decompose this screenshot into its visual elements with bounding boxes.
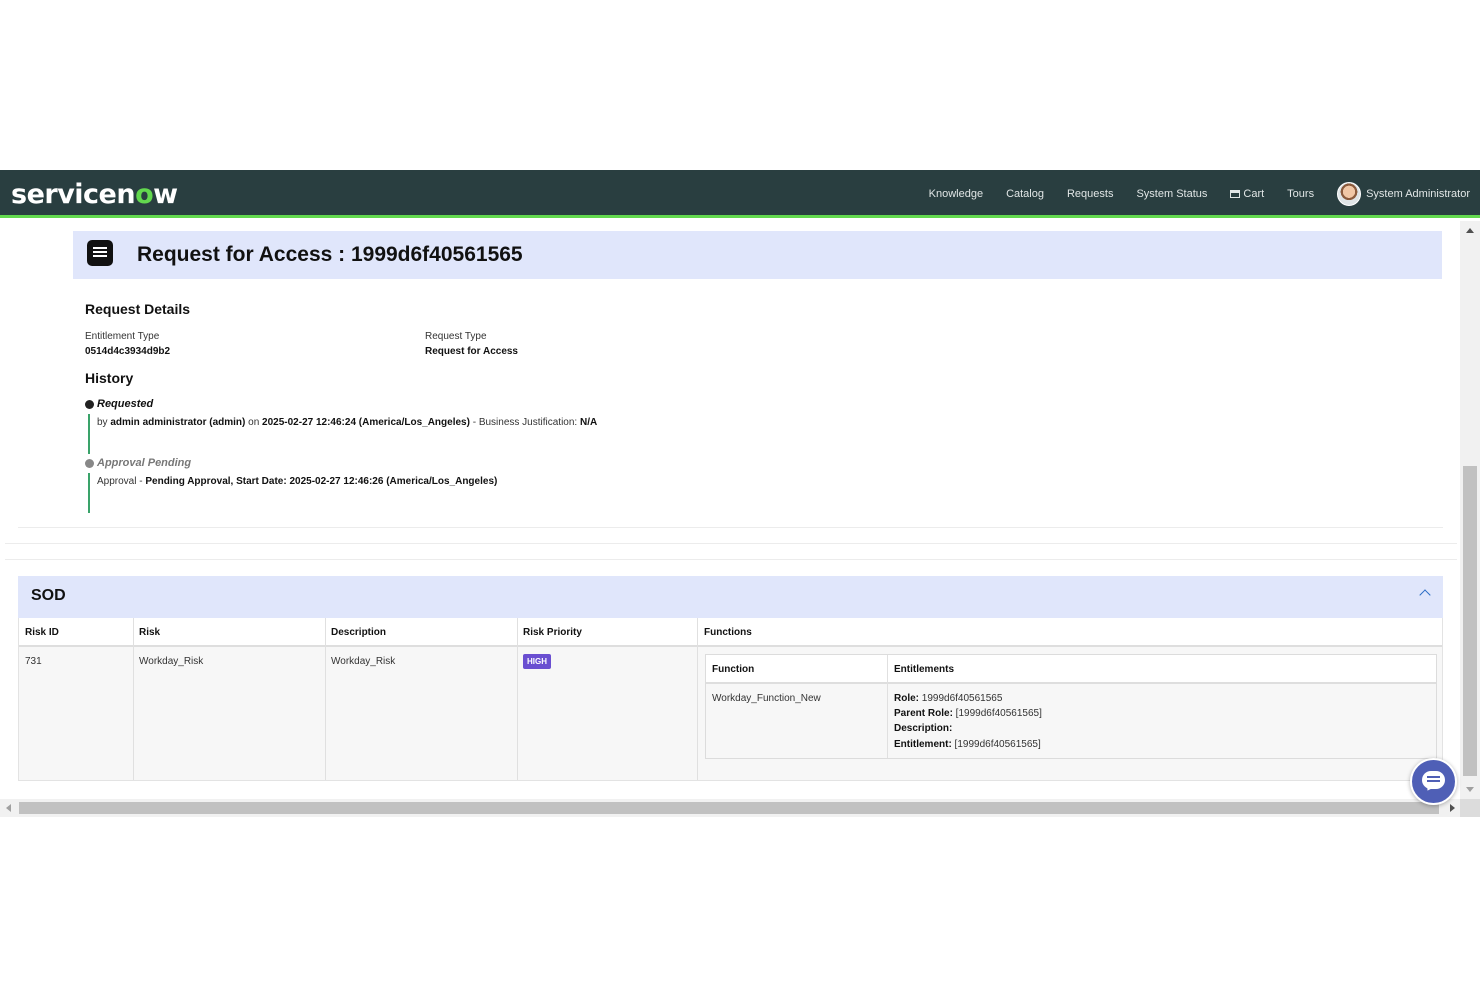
- history-detail: Approval - Pending Approval, Start Date:…: [97, 476, 498, 487]
- horizontal-scroll-thumb[interactable]: [19, 802, 1439, 814]
- sod-title: SOD: [31, 587, 66, 604]
- entitlement-description: Description:: [894, 723, 953, 734]
- main-content: Request for Access : 1999d6f40561565 Req…: [0, 221, 1460, 799]
- sod-table: Risk ID Risk Description Risk Priority F…: [18, 618, 1443, 781]
- status-dot-icon: [85, 400, 94, 409]
- history-heading: History: [85, 370, 134, 386]
- nav-link-knowledge[interactable]: Knowledge: [929, 188, 983, 200]
- nav-link-cart[interactable]: Cart: [1230, 188, 1264, 200]
- timeline-line: [88, 473, 90, 513]
- chat-button[interactable]: [1410, 758, 1457, 805]
- entitlement-parent-role: Parent Role: [1999d6f40561565]: [894, 708, 1042, 719]
- column-divider: [133, 618, 134, 780]
- scroll-up-arrow-icon[interactable]: [1466, 228, 1474, 233]
- scroll-right-arrow-icon[interactable]: [1450, 804, 1455, 812]
- chat-icon: [1422, 771, 1445, 789]
- column-header-risk-id[interactable]: Risk ID: [25, 627, 59, 638]
- column-header-risk-priority[interactable]: Risk Priority: [523, 627, 582, 638]
- column-header-function: Function: [712, 664, 755, 675]
- functions-table: Function Entitlements Workday_Function_N…: [705, 654, 1437, 759]
- cell-function: Workday_Function_New: [712, 693, 821, 704]
- vertical-scrollbar[interactable]: [1460, 221, 1480, 799]
- divider: [5, 559, 1457, 560]
- request-type-value: Request for Access: [425, 346, 518, 357]
- priority-badge: HIGH: [523, 654, 551, 669]
- history-status: Requested: [97, 398, 154, 410]
- column-divider: [887, 655, 888, 758]
- timeline-line: [88, 414, 90, 454]
- chevron-up-icon[interactable]: [1419, 589, 1431, 601]
- top-navbar: servicenow Knowledge Catalog Requests Sy…: [0, 170, 1480, 218]
- functions-header-row: [706, 655, 1436, 684]
- nav-links: Knowledge Catalog Requests System Status…: [906, 170, 1470, 218]
- history-detail: by admin administrator (admin) on 2025-0…: [97, 417, 598, 428]
- cell-risk: Workday_Risk: [139, 656, 204, 667]
- avatar: [1337, 182, 1362, 206]
- entitlement-role: Role: 1999d6f40561565: [894, 693, 1003, 704]
- column-header-description[interactable]: Description: [331, 627, 386, 638]
- column-divider: [517, 618, 518, 780]
- divider: [18, 527, 1443, 528]
- nav-link-system-status[interactable]: System Status: [1136, 188, 1207, 200]
- entitlement-type-value: 0514d4c3934d9b2: [85, 346, 171, 357]
- nav-link-tours[interactable]: Tours: [1287, 188, 1314, 200]
- document-icon: [87, 240, 113, 266]
- column-header-entitlements: Entitlements: [894, 664, 955, 675]
- page-title: Request for Access : 1999d6f40561565: [137, 243, 523, 266]
- cell-risk-id: 731: [25, 656, 42, 667]
- column-divider: [325, 618, 326, 780]
- request-details-heading: Request Details: [85, 301, 191, 317]
- app-frame: servicenow Knowledge Catalog Requests Sy…: [0, 170, 1480, 817]
- servicenow-logo[interactable]: servicenow: [11, 179, 178, 210]
- nav-link-requests[interactable]: Requests: [1067, 188, 1113, 200]
- column-header-risk[interactable]: Risk: [139, 627, 160, 638]
- request-type-label: Request Type: [425, 331, 487, 342]
- horizontal-scrollbar[interactable]: [0, 799, 1460, 817]
- entitlement-entitlement: Entitlement: [1999d6f40561565]: [894, 739, 1041, 750]
- cell-description: Workday_Risk: [331, 656, 396, 667]
- user-menu[interactable]: System Administrator: [1337, 182, 1470, 206]
- column-header-functions[interactable]: Functions: [704, 627, 752, 638]
- vertical-scroll-thumb[interactable]: [1463, 466, 1477, 776]
- history-status: Approval Pending: [97, 457, 192, 469]
- nav-link-cart-label: Cart: [1243, 188, 1265, 200]
- entitlement-type-label: Entitlement Type: [85, 331, 160, 342]
- sod-section-header[interactable]: SOD: [18, 576, 1443, 618]
- nav-link-catalog[interactable]: Catalog: [1006, 188, 1044, 200]
- scroll-left-arrow-icon[interactable]: [6, 804, 11, 812]
- divider: [5, 543, 1457, 544]
- request-header: Request for Access : 1999d6f40561565: [73, 231, 1442, 279]
- scroll-down-arrow-icon[interactable]: [1466, 787, 1474, 792]
- user-name: System Administrator: [1366, 188, 1470, 200]
- status-dot-icon: [85, 459, 94, 468]
- column-divider: [697, 618, 698, 780]
- scrollbar-corner: [1460, 799, 1480, 817]
- cart-icon: [1230, 190, 1241, 198]
